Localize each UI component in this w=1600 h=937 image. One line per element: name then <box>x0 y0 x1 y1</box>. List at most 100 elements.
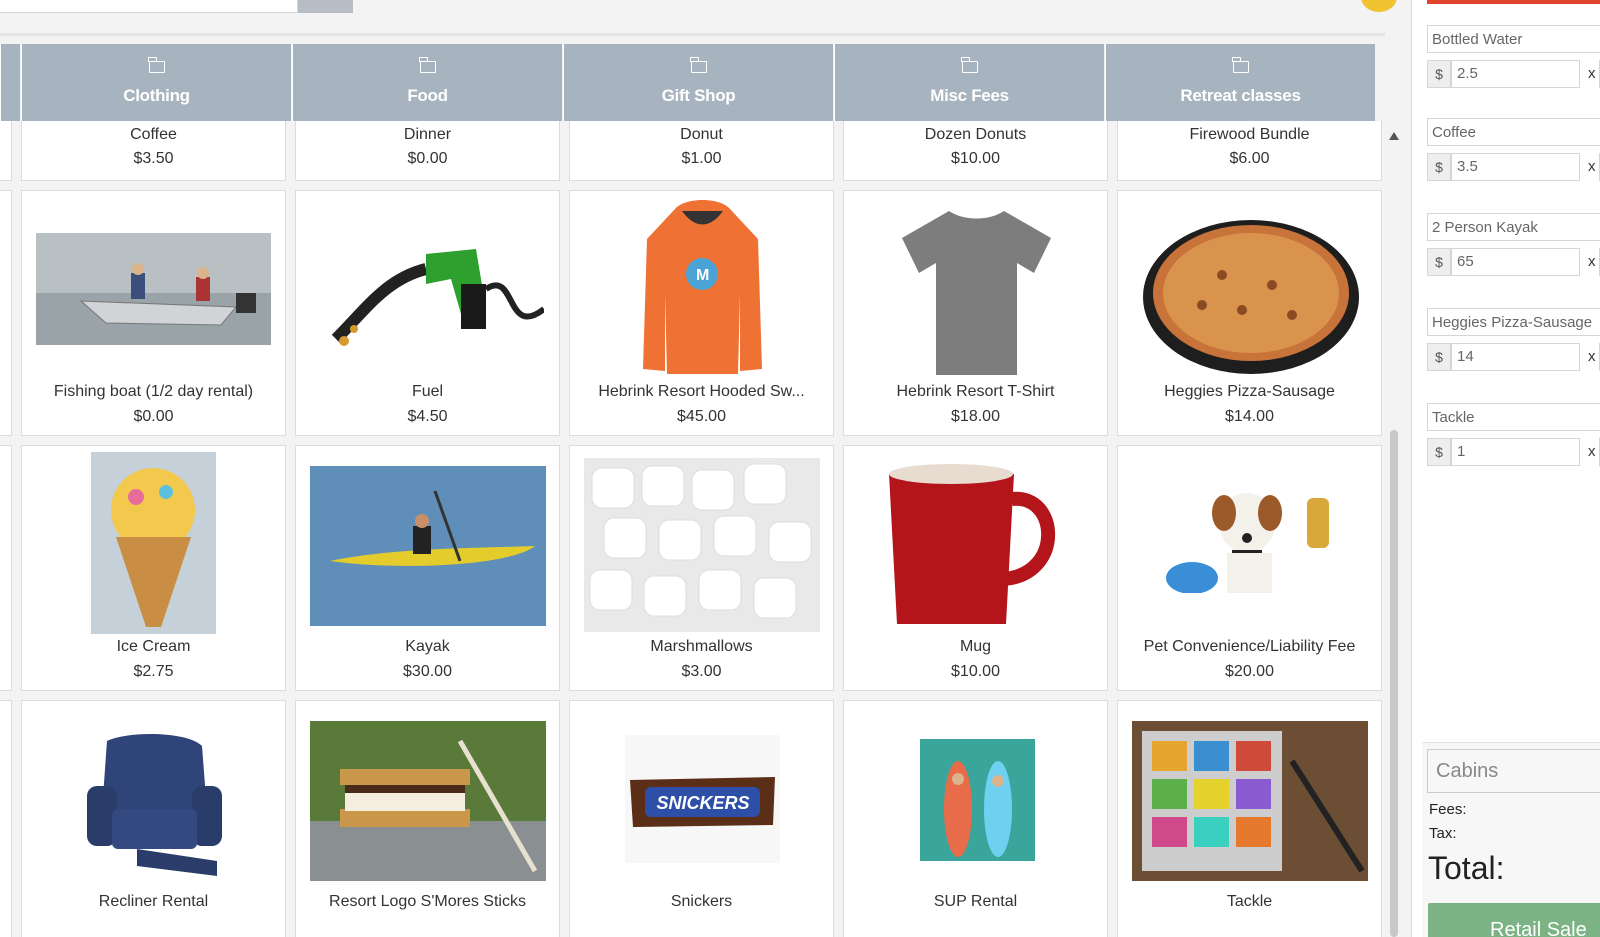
category-tab-food[interactable]: Food <box>292 44 562 121</box>
product-name: Hebrink Resort T-Shirt <box>896 383 1055 400</box>
search-button[interactable] <box>298 0 353 13</box>
times-sign: x <box>1588 65 1596 82</box>
product-tile[interactable]: Recliner Rental <box>21 700 286 937</box>
product-name: Coffee <box>130 126 177 143</box>
product-price: $30.00 <box>403 663 452 680</box>
currency-addon: $ <box>1427 248 1451 276</box>
category-tab-clothing[interactable]: Clothing <box>21 44 291 121</box>
product-name: Dinner <box>403 126 452 143</box>
product-name: Fuel <box>411 383 444 400</box>
product-name: Resort Logo S'Mores Sticks <box>329 893 526 910</box>
retail-sale-button[interactable]: Retail Sale <box>1428 903 1600 937</box>
folder-icon <box>961 57 978 73</box>
product-tile-partial[interactable] <box>0 190 12 436</box>
product-tile-partial[interactable] <box>0 121 12 181</box>
cart-item-name-field[interactable]: Heggies Pizza-Sausage <box>1427 308 1600 336</box>
cart-item-price-field[interactable]: 65 <box>1451 248 1580 276</box>
cart-item-name-field[interactable]: Bottled Water <box>1427 25 1600 53</box>
product-tile[interactable]: Kayak $30.00 <box>295 445 560 691</box>
gray-tshirt-image <box>902 211 1051 375</box>
currency-addon: $ <box>1427 438 1451 466</box>
currency-addon: $ <box>1427 153 1451 181</box>
category-label: Clothing <box>123 86 190 105</box>
product-tile[interactable]: Pet Convenience/Liability Fee $20.00 <box>1117 445 1382 691</box>
total-label: Total: <box>1428 850 1505 886</box>
product-tile[interactable]: Coffee $3.50 <box>21 121 286 181</box>
product-tile-partial[interactable] <box>0 445 12 691</box>
product-tile[interactable]: Marshmallows $3.00 <box>569 445 834 691</box>
category-tab-partial[interactable] <box>0 44 20 121</box>
scroll-up-arrow-icon[interactable] <box>1389 132 1399 140</box>
product-name: Hebrink Resort Hooded Sw... <box>598 383 805 400</box>
snickers-image: SNICKERS <box>625 735 780 863</box>
grid-scrollbar-thumb[interactable] <box>1390 430 1398 937</box>
ice-cream-cone-image <box>91 452 216 634</box>
category-label: Food <box>407 86 448 105</box>
product-search-input[interactable] <box>0 0 298 13</box>
cart-item-price-field[interactable]: 1 <box>1451 438 1580 466</box>
tackle-box-image <box>1132 721 1368 881</box>
dog-coins-image <box>1166 493 1329 593</box>
currency-addon: $ <box>1427 343 1451 371</box>
product-tile[interactable]: Dozen Donuts $10.00 <box>843 121 1108 181</box>
product-name: Ice Cream <box>116 638 191 655</box>
product-price: $3.00 <box>681 663 722 680</box>
times-sign: x <box>1588 253 1596 270</box>
folder-icon <box>148 57 165 73</box>
cart-item-name-field[interactable]: 2 Person Kayak <box>1427 213 1600 241</box>
cart-item-price-field[interactable]: 2.5 <box>1451 60 1580 88</box>
category-label: Retreat classes <box>1180 86 1301 105</box>
cart-item-name-field[interactable]: Tackle <box>1427 403 1600 431</box>
product-tile[interactable]: Dinner $0.00 <box>295 121 560 181</box>
tax-label: Tax: <box>1429 825 1457 842</box>
product-price: $10.00 <box>951 150 1000 167</box>
cart-item-price-field[interactable]: 3.5 <box>1451 153 1580 181</box>
product-price: $10.00 <box>951 663 1000 680</box>
cart-item-name-field[interactable]: Coffee <box>1427 118 1600 146</box>
product-price: $4.50 <box>407 408 448 425</box>
product-name: Kayak <box>405 638 450 655</box>
product-tile[interactable]: Ice Cream $2.75 <box>21 445 286 691</box>
product-tile[interactable]: Heggies Pizza-Sausage $14.00 <box>1117 190 1382 436</box>
product-price: $45.00 <box>677 408 726 425</box>
product-name: Snickers <box>670 893 733 910</box>
product-tile[interactable]: Firewood Bundle $6.00 <box>1117 121 1382 181</box>
product-tile[interactable]: Hebrink Resort T-Shirt $18.00 <box>843 190 1108 436</box>
product-price: $0.00 <box>133 408 174 425</box>
product-tile[interactable]: Fishing boat (1/2 day rental) $0.00 <box>21 190 286 436</box>
folder-icon <box>1232 57 1249 73</box>
product-tile[interactable]: Mug $10.00 <box>843 445 1108 691</box>
pizza-image <box>1143 220 1359 374</box>
fuel-nozzle-image <box>331 249 544 346</box>
product-tile[interactable]: Donut $1.00 <box>569 121 834 181</box>
product-price: $3.50 <box>133 150 174 167</box>
customer-type-select[interactable]: Cabins <box>1427 749 1600 793</box>
product-tile[interactable]: SUP Rental <box>843 700 1108 937</box>
product-tile[interactable]: Fuel $4.50 <box>295 190 560 436</box>
product-name: Recliner Rental <box>98 893 209 910</box>
product-price: $18.00 <box>951 408 1000 425</box>
folder-icon <box>690 57 707 73</box>
recliner-image <box>87 734 222 876</box>
product-tile-partial[interactable] <box>0 700 12 937</box>
snickers-logo-text: SNICKERS <box>656 793 749 813</box>
product-tile[interactable]: M Hebrink Resort Hooded Sw... $45.00 <box>569 190 834 436</box>
svg-text:M: M <box>696 267 709 284</box>
marshmallows-image <box>584 458 820 632</box>
cart-item-price-field[interactable]: 14 <box>1451 343 1580 371</box>
product-grid: Coffee $3.50 Dinner $0.00 Donut $1.00 Do… <box>0 121 1385 937</box>
product-tile[interactable]: SNICKERS Snickers <box>569 700 834 937</box>
product-name: Firewood Bundle <box>1189 126 1310 143</box>
kayak-image <box>310 466 546 626</box>
product-price: $1.00 <box>681 150 722 167</box>
cart-header-accent <box>1427 0 1600 4</box>
product-name: Mug <box>959 638 992 655</box>
product-tile[interactable]: Tackle <box>1117 700 1382 937</box>
category-tab-retreat-classes[interactable]: Retreat classes <box>1105 44 1375 121</box>
category-tab-gift-shop[interactable]: Gift Shop <box>563 44 833 121</box>
currency-addon: $ <box>1427 60 1451 88</box>
category-tab-misc-fees[interactable]: Misc Fees <box>834 44 1104 121</box>
times-sign: x <box>1588 158 1596 175</box>
product-tile[interactable]: Resort Logo S'Mores Sticks <box>295 700 560 937</box>
times-sign: x <box>1588 443 1596 460</box>
